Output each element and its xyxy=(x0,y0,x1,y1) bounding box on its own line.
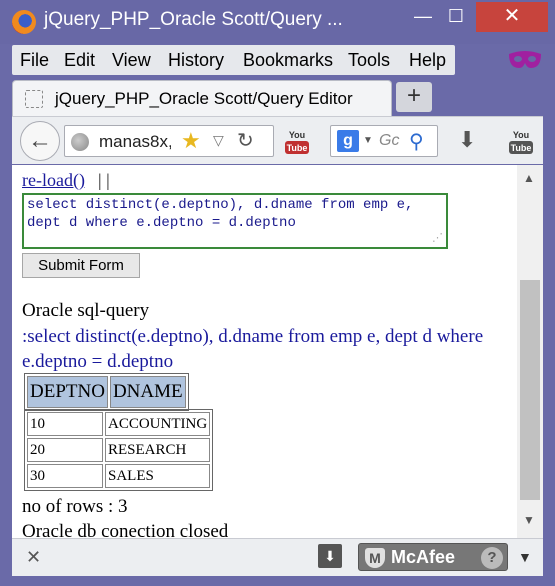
svg-text:Tube: Tube xyxy=(287,143,308,153)
connection-closed-text: Oracle db conection closed xyxy=(22,521,229,538)
oracle-label: Oracle sql-query xyxy=(22,300,150,321)
search-icon[interactable]: ⚲ xyxy=(409,129,424,154)
reload-link[interactable]: re-load() xyxy=(22,170,85,191)
scroll-up-arrow-icon[interactable]: ▲ xyxy=(523,171,535,185)
downloads-icon[interactable]: ⬇ xyxy=(458,127,476,153)
statusbar-dropdown-icon[interactable]: ▼ xyxy=(518,549,532,565)
vertical-scrollbar[interactable]: ▲ ▼ xyxy=(517,165,543,538)
bookmark-star-icon[interactable]: ★ xyxy=(181,128,201,154)
menu-help[interactable]: Help xyxy=(409,50,446,71)
firefox-logo-icon xyxy=(12,10,36,34)
globe-icon xyxy=(71,133,89,151)
header-table: DEPTNO DNAME xyxy=(24,373,189,411)
results-table: 10 ACCOUNTING 20 RESEARCH 30 SALES xyxy=(24,409,214,491)
cell-dname: RESEARCH xyxy=(105,438,211,462)
url-text[interactable]: manas8x, xyxy=(99,132,171,152)
private-browsing-mask-icon xyxy=(509,51,541,68)
youtube-icon-2[interactable]: You Tube xyxy=(508,127,534,155)
page-icon xyxy=(25,90,43,108)
resize-grip-icon[interactable]: ⋰ xyxy=(432,231,443,244)
youtube-icon[interactable]: You Tube xyxy=(284,127,310,155)
scroll-thumb[interactable] xyxy=(520,280,540,500)
status-bar: ✕ ⬇ M McAfee ? ▼ xyxy=(12,538,543,576)
svg-text:You: You xyxy=(289,130,305,140)
maximize-button[interactable]: ☐ xyxy=(440,2,472,32)
mcafee-help-icon[interactable]: ? xyxy=(481,547,503,569)
cell-deptno: 10 xyxy=(27,412,103,436)
header-dname: DNAME xyxy=(109,376,186,408)
header-deptno: DEPTNO xyxy=(27,376,108,408)
tab-query-editor[interactable]: jQuery_PHP_Oracle Scott/Query Editor xyxy=(12,80,392,116)
url-dropdown-icon[interactable]: ▽ xyxy=(213,132,224,149)
close-addon-bar-icon[interactable]: ✕ xyxy=(26,547,41,568)
search-bar[interactable]: g ▼ Gc ⚲ xyxy=(330,125,438,157)
close-window-button[interactable]: ✕ xyxy=(476,2,548,32)
table-row: 20 RESEARCH xyxy=(27,438,211,462)
cell-dname: SALES xyxy=(105,464,211,488)
download-status-icon[interactable]: ⬇ xyxy=(318,544,342,568)
menu-bar: File Edit View History Bookmarks Tools H… xyxy=(12,45,455,75)
table-row: 30 SALES xyxy=(27,464,211,488)
cell-deptno: 30 xyxy=(27,464,103,488)
tab-title: jQuery_PHP_Oracle Scott/Query Editor xyxy=(55,89,353,108)
cell-dname: ACCOUNTING xyxy=(105,412,211,436)
url-bar[interactable]: manas8x, ★ ▽ ↻ xyxy=(64,125,274,157)
page-content: re-load() | | select distinct(e.deptno),… xyxy=(12,165,517,538)
table-row: 10 ACCOUNTING xyxy=(27,412,211,436)
google-icon[interactable]: g xyxy=(337,130,359,152)
svg-text:Tube: Tube xyxy=(511,143,532,153)
menu-tools[interactable]: Tools xyxy=(348,50,390,71)
mcafee-shield-icon: M xyxy=(365,548,385,568)
navigation-toolbar: ← manas8x, ★ ▽ ↻ You Tube g ▼ Gc ⚲ ⬇ You… xyxy=(12,116,543,164)
query-echo: :select distinct(e.deptno), d.dname from… xyxy=(22,326,484,372)
new-tab-button[interactable]: + xyxy=(396,82,432,112)
menu-edit[interactable]: Edit xyxy=(64,50,95,71)
svg-text:You: You xyxy=(513,130,529,140)
submit-button[interactable]: Submit Form xyxy=(22,253,140,278)
reload-icon[interactable]: ↻ xyxy=(237,128,254,153)
back-button[interactable]: ← xyxy=(20,121,60,161)
menu-view[interactable]: View xyxy=(112,50,151,71)
cell-deptno: 20 xyxy=(27,438,103,462)
window-title: jQuery_PHP_Oracle Scott/Query ... xyxy=(44,9,343,30)
scroll-down-arrow-icon[interactable]: ▼ xyxy=(523,513,535,527)
query-textarea[interactable]: select distinct(e.deptno), d.dname from … xyxy=(22,193,448,249)
search-engine-dropdown-icon[interactable]: ▼ xyxy=(363,135,373,146)
menu-history[interactable]: History xyxy=(168,50,224,71)
mcafee-button[interactable]: M McAfee ? xyxy=(358,543,508,571)
row-count-text: no of rows : 3 xyxy=(22,496,128,517)
menu-file[interactable]: File xyxy=(20,50,49,71)
minimize-button[interactable]: — xyxy=(408,2,438,32)
title-bar: jQuery_PHP_Oracle Scott/Query ... — ☐ ✕ xyxy=(0,0,555,44)
search-input[interactable]: Gc xyxy=(379,132,399,150)
reload-separator: | | xyxy=(98,170,110,190)
menu-bookmarks[interactable]: Bookmarks xyxy=(243,50,333,71)
mcafee-label: McAfee xyxy=(391,547,456,567)
